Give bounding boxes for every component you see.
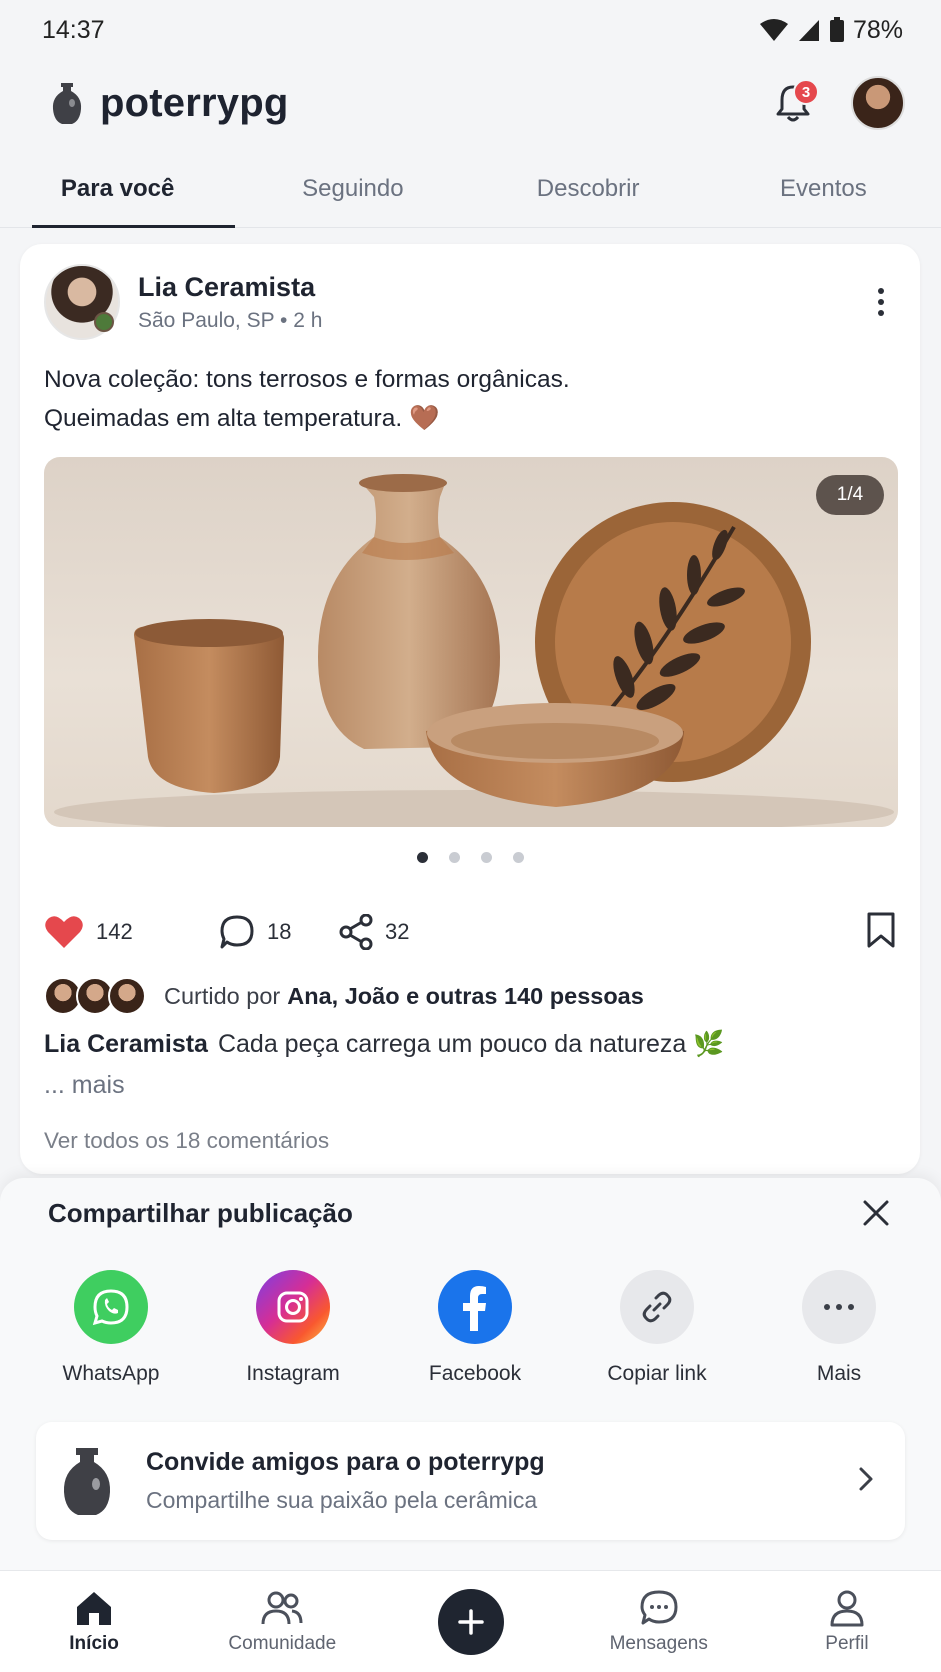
share-sheet-title: Compartilhar publicação — [48, 1198, 353, 1228]
post-options-button[interactable] — [866, 282, 896, 322]
nav-label: Mensagens — [609, 1632, 708, 1654]
link-icon — [620, 1270, 694, 1344]
tab-descobrir[interactable]: Descobrir — [471, 150, 706, 227]
share-sheet: Compartilhar publicação WhatsApp Instagr… — [0, 1178, 941, 1570]
share-count: 32 — [385, 919, 410, 944]
share-label: Mais — [816, 1362, 862, 1385]
vase-logo-icon — [46, 79, 88, 127]
view-comments-link[interactable]: Ver todos os 18 comentários — [44, 1128, 329, 1154]
liked-by-prefix: Curtido por — [164, 982, 281, 1009]
share-label: Facebook — [428, 1362, 522, 1385]
media-counter: 1/4 — [816, 475, 884, 515]
carousel-dot[interactable] — [512, 852, 524, 863]
author-avatar[interactable] — [44, 264, 120, 340]
invite-title: Convide amigos para o poterrypg — [146, 1448, 545, 1476]
post-location-time: São Paulo, SP • 2 h — [138, 308, 323, 332]
heart-icon — [45, 916, 83, 948]
share-label: Instagram — [246, 1362, 340, 1385]
battery-level: 78% — [852, 15, 903, 44]
nav-mensagens[interactable]: Mensagens — [565, 1571, 753, 1672]
share-icon — [339, 914, 373, 950]
invite-subtitle: Compartilhe sua paixão pela cerâmica — [146, 1487, 538, 1513]
whatsapp-icon — [74, 1270, 148, 1344]
signal-icon — [798, 20, 819, 41]
notifications-button[interactable]: 3 — [771, 79, 819, 127]
bookmark-icon — [867, 912, 895, 947]
status-time: 14:37 — [42, 15, 105, 44]
nav-inicio[interactable]: Início — [0, 1571, 188, 1672]
app-title: poterrypg — [100, 80, 289, 125]
liker-avatars — [44, 977, 146, 1015]
liked-by-row[interactable]: Curtido por Ana, João e outras 140 pesso… — [44, 976, 896, 1016]
nav-comunidade[interactable]: Comunidade — [188, 1571, 376, 1672]
share-more[interactable]: Mais — [748, 1270, 930, 1386]
close-icon — [863, 1200, 889, 1226]
status-bar: 14:37 78% — [0, 0, 941, 60]
feed-tabs: Para você Seguindo Descobrir Eventos — [0, 150, 941, 228]
post-actions: 142 18 32 — [44, 910, 896, 954]
post-caption: Nova coleção: tons terrosos e formas org… — [44, 360, 880, 438]
share-facebook[interactable]: Facebook — [384, 1270, 566, 1386]
nav-add[interactable] — [376, 1571, 564, 1672]
bottom-navigation: Início Comunidade Mensagens Perfil — [0, 1570, 941, 1672]
chevron-right-icon — [857, 1466, 875, 1497]
post-header: Lia Ceramista São Paulo, SP • 2 h — [44, 264, 896, 340]
add-icon — [437, 1588, 504, 1655]
like-count: 142 — [96, 919, 133, 944]
post-card: Lia Ceramista São Paulo, SP • 2 h Nova c… — [20, 244, 920, 1174]
nav-label: Início — [69, 1632, 119, 1654]
carousel-dot[interactable] — [480, 852, 492, 863]
comment-count: 18 — [267, 919, 292, 944]
invite-friends-card[interactable]: Convide amigos para o poterrypg Comparti… — [36, 1422, 905, 1540]
profile-icon — [830, 1590, 864, 1626]
wifi-icon — [759, 19, 788, 41]
profile-avatar[interactable] — [851, 76, 905, 130]
description-text: Cada peça carrega um pouco da natureza 🌿 — [217, 1030, 725, 1058]
more-link[interactable]: ... mais — [44, 1065, 850, 1106]
home-icon — [77, 1591, 112, 1625]
comment-icon — [220, 915, 254, 949]
carousel-dot[interactable] — [448, 852, 460, 863]
pottery-illustration — [54, 474, 894, 827]
notification-badge: 3 — [793, 79, 819, 105]
share-instagram[interactable]: Instagram — [202, 1270, 384, 1386]
comment-button[interactable]: 18 — [219, 914, 339, 950]
like-button[interactable]: 142 — [44, 914, 219, 950]
community-icon — [261, 1591, 303, 1624]
share-button[interactable]: 32 — [339, 914, 409, 950]
more-icon — [802, 1270, 876, 1344]
nav-label: Perfil — [825, 1632, 869, 1654]
post-image[interactable]: 1/4 — [44, 457, 898, 827]
liker-avatar — [108, 977, 146, 1015]
nav-label: Comunidade — [228, 1632, 337, 1654]
tab-para-voce[interactable]: Para você — [0, 150, 236, 228]
vase-icon — [62, 1446, 112, 1516]
share-label: Copiar link — [607, 1362, 707, 1385]
share-copy-link[interactable]: Copiar link — [566, 1270, 748, 1386]
caption-line-2: Queimadas em alta temperatura. 🤎 — [44, 405, 440, 432]
messages-icon — [640, 1590, 678, 1624]
carousel-dots — [20, 852, 920, 863]
nav-perfil[interactable]: Perfil — [753, 1571, 941, 1672]
author-name[interactable]: Lia Ceramista — [138, 272, 322, 303]
share-label: WhatsApp — [62, 1362, 160, 1385]
close-button[interactable] — [861, 1198, 891, 1228]
share-options: WhatsApp Instagram Facebook Copiar link … — [20, 1270, 930, 1386]
status-icons: 78% — [759, 16, 903, 45]
description-author[interactable]: Lia Ceramista — [44, 1030, 208, 1058]
tab-eventos[interactable]: Eventos — [706, 150, 941, 227]
share-whatsapp[interactable]: WhatsApp — [20, 1270, 202, 1386]
bookmark-button[interactable] — [866, 911, 896, 954]
app-header: poterrypg 3 — [0, 66, 941, 140]
facebook-icon — [438, 1270, 512, 1344]
liked-by-names: Ana, João e outras 140 pessoas — [287, 982, 644, 1009]
caption-line-1: Nova coleção: tons terrosos e formas org… — [44, 366, 570, 393]
battery-icon — [829, 17, 844, 42]
post-description: Lia Ceramista Cada peça carrega um pouco … — [44, 1024, 850, 1106]
instagram-icon — [256, 1270, 330, 1344]
tab-seguindo[interactable]: Seguindo — [235, 150, 470, 227]
carousel-dot[interactable] — [416, 852, 428, 863]
